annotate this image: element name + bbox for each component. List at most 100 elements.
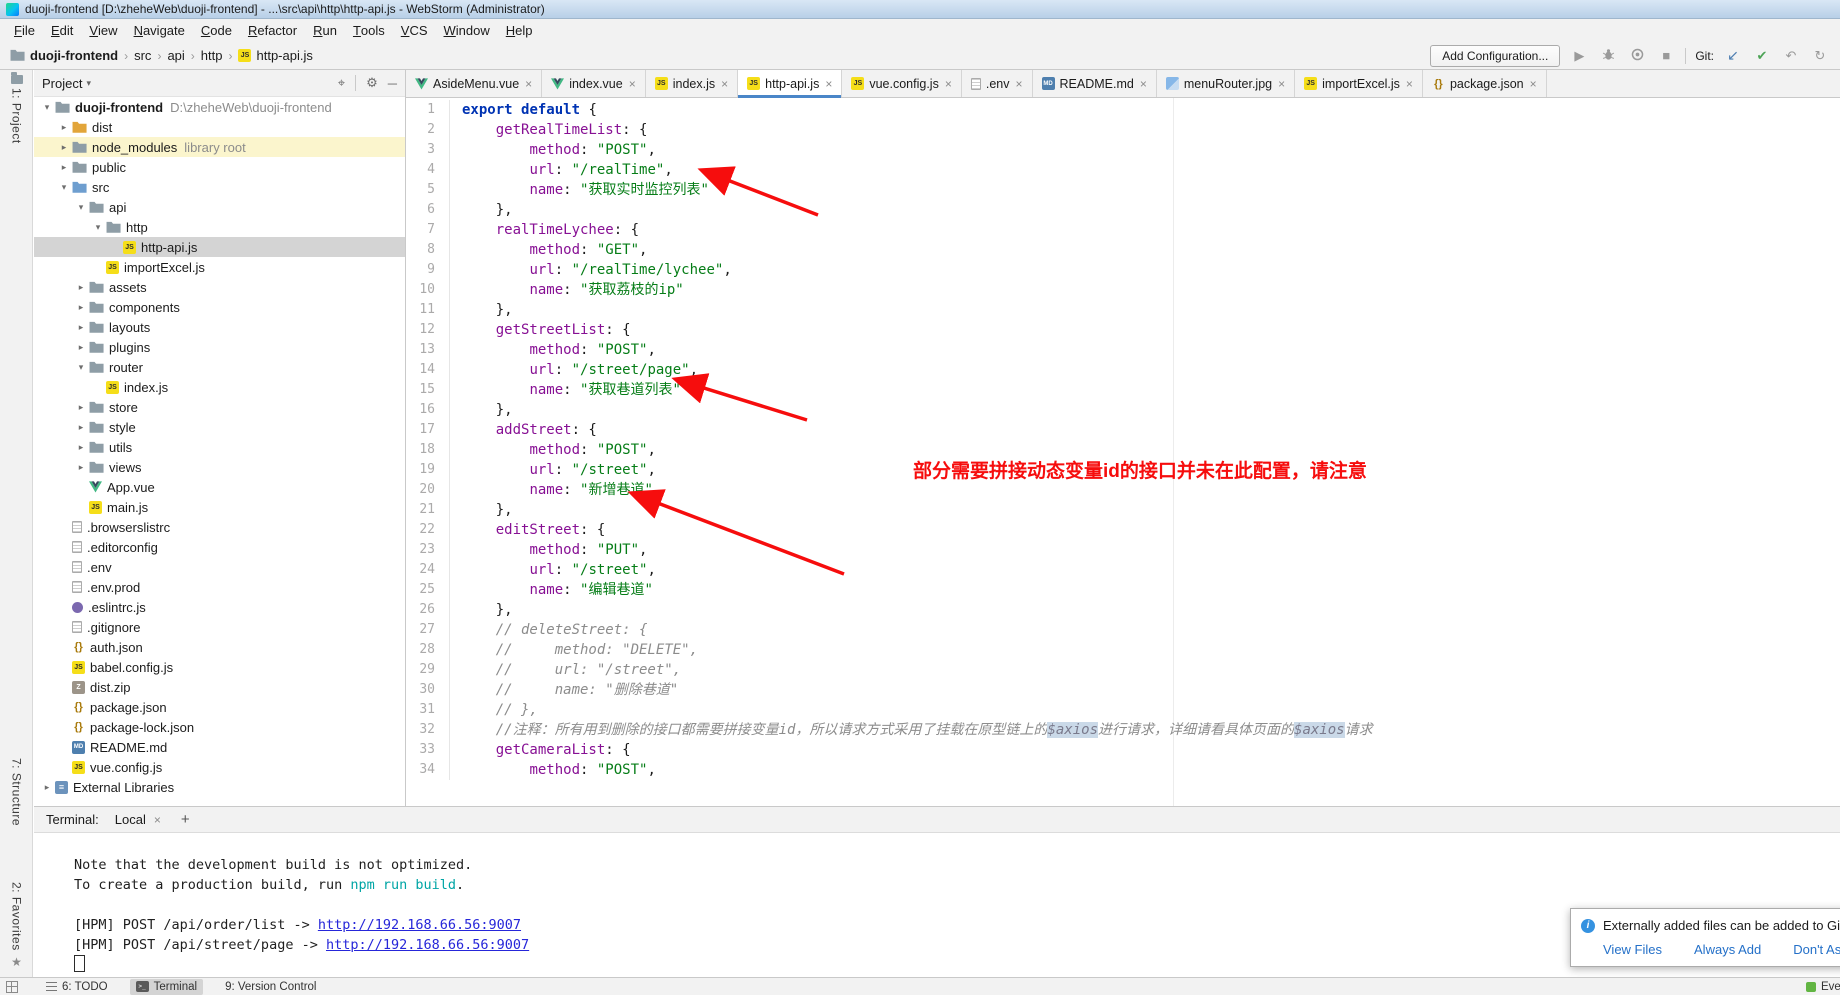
notification-action[interactable]: Don't Ask Agai [1793,942,1840,957]
tree-item[interactable]: .eslintrc.js [34,597,405,617]
chevron-right-icon[interactable]: ▸ [74,442,88,453]
locate-file-icon[interactable]: ⌖ [338,75,345,91]
close-icon[interactable]: × [721,77,728,91]
chevron-right-icon[interactable]: ▸ [74,302,88,313]
settings-icon[interactable]: ⚙ [366,75,378,91]
editor-tab[interactable]: .env× [962,70,1033,97]
git-revert-icon[interactable]: ↶ [1781,48,1801,64]
code-line[interactable]: 1export default { [406,100,1840,120]
line-number[interactable]: 23 [406,540,450,560]
editor-tab[interactable]: {}package.json× [1423,70,1547,97]
editor-tab[interactable]: JSimportExcel.js× [1295,70,1423,97]
event-log-item[interactable]: Event Log [1806,978,1840,995]
status-item-6-todo[interactable]: 6: TODO [40,979,114,995]
line-number[interactable]: 11 [406,300,450,320]
tree-item[interactable]: ▸components [34,297,405,317]
code-line[interactable]: 19 url: "/street", [406,460,1840,480]
breadcrumb-item[interactable]: api [167,48,184,63]
code-line[interactable]: 16 }, [406,400,1840,420]
line-number[interactable]: 30 [406,680,450,700]
chevron-right-icon[interactable]: ▸ [74,462,88,473]
terminal-tab-local[interactable]: Local × [109,810,167,829]
tree-item[interactable]: ▸dist [34,117,405,137]
chevron-right-icon[interactable]: ▸ [74,282,88,293]
tree-item[interactable]: {}auth.json [34,637,405,657]
chevron-right-icon[interactable]: ▸ [57,162,71,173]
new-terminal-tab-button[interactable]: + [177,811,194,828]
line-number[interactable]: 17 [406,420,450,440]
code-line[interactable]: 26 }, [406,600,1840,620]
code-viewport[interactable]: 1export default {2 getRealTimeList: {3 m… [406,100,1840,780]
close-icon[interactable]: × [629,77,636,91]
tree-item[interactable]: JSindex.js [34,377,405,397]
line-number[interactable]: 6 [406,200,450,220]
coverage-icon[interactable] [1627,48,1647,64]
chevron-down-icon[interactable]: ▾ [57,182,71,193]
editor-tab[interactable]: menuRouter.jpg× [1157,70,1295,97]
line-number[interactable]: 19 [406,460,450,480]
code-line[interactable]: 7 realTimeLychee: { [406,220,1840,240]
close-icon[interactable]: × [825,77,832,91]
history-icon[interactable]: ↻ [1810,48,1830,64]
close-icon[interactable]: × [154,813,161,827]
stripe-structure-button[interactable]: 7: Structure [0,758,33,826]
tree-item[interactable]: Zdist.zip [34,677,405,697]
code-line[interactable]: 15 name: "获取巷道列表" [406,380,1840,400]
code-line[interactable]: 29 // url: "/street", [406,660,1840,680]
chevron-down-icon[interactable]: ▾ [91,222,105,233]
tree-item[interactable]: ▸style [34,417,405,437]
code-line[interactable]: 23 method: "PUT", [406,540,1840,560]
line-number[interactable]: 7 [406,220,450,240]
tree-item[interactable]: {}package.json [34,697,405,717]
chevron-down-icon[interactable]: ▾ [74,202,88,213]
editor-tab[interactable]: MDREADME.md× [1033,70,1157,97]
tree-item[interactable]: .editorconfig [34,537,405,557]
tree-item[interactable]: ▸store [34,397,405,417]
line-number[interactable]: 12 [406,320,450,340]
line-number[interactable]: 15 [406,380,450,400]
line-number[interactable]: 26 [406,600,450,620]
editor-tab[interactable]: JSindex.js× [646,70,738,97]
line-number[interactable]: 27 [406,620,450,640]
code-line[interactable]: 14 url: "/street/page", [406,360,1840,380]
line-number[interactable]: 9 [406,260,450,280]
tree-item[interactable]: ▾src [34,177,405,197]
editor-body[interactable]: 1export default {2 getRealTimeList: {3 m… [406,98,1840,806]
line-number[interactable]: 24 [406,560,450,580]
tree-item[interactable]: JSimportExcel.js [34,257,405,277]
tree-item[interactable]: .browserslistrc [34,517,405,537]
tree-item[interactable]: ▾api [34,197,405,217]
line-number[interactable]: 34 [406,760,450,780]
chevron-down-icon[interactable]: ▾ [74,362,88,373]
tree-item[interactable]: MDREADME.md [34,737,405,757]
line-number[interactable]: 29 [406,660,450,680]
editor-tab-active[interactable]: JShttp-api.js× [738,70,842,97]
line-number[interactable]: 25 [406,580,450,600]
menu-item-refactor[interactable]: Refactor [240,19,305,42]
chevron-right-icon[interactable]: ▸ [40,782,54,793]
chevron-right-icon[interactable]: ▸ [74,422,88,433]
line-number[interactable]: 32 [406,720,450,740]
code-line[interactable]: 21 }, [406,500,1840,520]
tree-item[interactable]: ▸≡External Libraries [34,777,405,797]
stop-icon[interactable]: ■ [1656,48,1676,63]
line-number[interactable]: 14 [406,360,450,380]
status-item-terminal[interactable]: >_Terminal [130,979,203,995]
tree-item[interactable]: {}package-lock.json [34,717,405,737]
line-number[interactable]: 1 [406,100,450,120]
close-icon[interactable]: × [1140,77,1147,91]
tree-item[interactable]: App.vue [34,477,405,497]
tree-item[interactable]: ▾router [34,357,405,377]
code-line[interactable]: 18 method: "POST", [406,440,1840,460]
code-line[interactable]: 22 editStreet: { [406,520,1840,540]
tree-item[interactable]: ▸utils [34,437,405,457]
tree-item[interactable]: .env.prod [34,577,405,597]
code-line[interactable]: 3 method: "POST", [406,140,1840,160]
git-commit-icon[interactable]: ✔ [1752,48,1772,64]
tool-window-switcher-icon[interactable] [6,981,18,993]
menu-item-help[interactable]: Help [498,19,541,42]
editor-tab[interactable]: JSvue.config.js× [842,70,962,97]
breadcrumb-item[interactable]: JShttp-api.js [238,48,312,63]
tree-item[interactable]: JSbabel.config.js [34,657,405,677]
status-item-9-version-control[interactable]: 9: Version Control [219,979,322,995]
